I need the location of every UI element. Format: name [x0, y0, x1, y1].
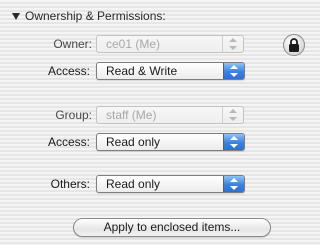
up-down-arrows-icon — [230, 178, 238, 190]
owner-value: ce01 (Me) — [106, 37, 161, 51]
owner-label: Owner: — [53, 37, 92, 51]
apply-to-enclosed-items-button[interactable]: Apply to enclosed items... — [73, 218, 271, 237]
group-access-label: Access: — [47, 135, 90, 149]
owner-access-label: Access: — [47, 64, 90, 78]
disclosure-triangle-icon[interactable] — [12, 13, 20, 20]
lock-icon — [289, 38, 299, 52]
group-label: Group: — [55, 108, 92, 122]
group-access-popup-arrows — [223, 134, 244, 150]
group-popup-arrows — [222, 107, 243, 123]
owner-popup-arrows — [222, 36, 243, 52]
group-access-value: Read only — [106, 135, 161, 149]
others-access-popup[interactable]: Read only — [96, 175, 245, 193]
owner-access-popup[interactable]: Read & Write — [96, 62, 245, 80]
lock-button[interactable] — [283, 34, 305, 56]
group-popup: staff (Me) — [96, 106, 244, 124]
up-down-arrows-icon — [229, 38, 237, 50]
others-access-popup-arrows — [223, 176, 244, 192]
up-down-arrows-icon — [229, 109, 237, 121]
others-access-value: Read only — [106, 177, 161, 191]
owner-popup: ce01 (Me) — [96, 35, 244, 53]
owner-access-popup-arrows — [223, 63, 244, 79]
group-access-popup[interactable]: Read only — [96, 133, 245, 151]
section-title: Ownership & Permissions: — [25, 9, 166, 23]
others-label: Others: — [50, 177, 90, 191]
owner-access-value: Read & Write — [106, 64, 178, 78]
up-down-arrows-icon — [230, 65, 238, 77]
up-down-arrows-icon — [230, 136, 238, 148]
group-value: staff (Me) — [106, 108, 157, 122]
